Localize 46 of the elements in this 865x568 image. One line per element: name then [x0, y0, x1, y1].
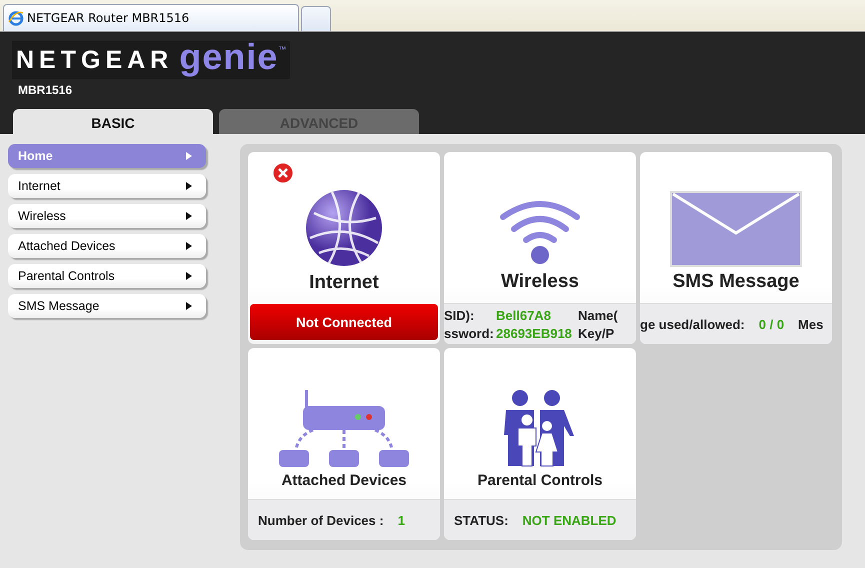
tile-title: Internet — [309, 272, 379, 294]
info-label: STATUS: — [454, 512, 508, 528]
sidebar-item[interactable]: Attached Devices — [8, 234, 206, 258]
browser-logo-icon — [8, 10, 24, 26]
model-name: MBR1516 — [18, 83, 72, 97]
dashboard-tile[interactable]: Attached Devices Number of Devices : 1 — [248, 348, 440, 540]
arrow-icon — [186, 272, 192, 280]
dashboard-tile[interactable]: Wireless SID): Bell67A8 Name( ssword: 28693EB918 Key/P — [444, 152, 636, 344]
sidebar-item[interactable]: Parental Controls — [8, 264, 206, 288]
tile-title: SMS Message — [672, 271, 800, 293]
nav-tab[interactable]: BASIC — [13, 109, 213, 134]
trademark-mark: ™ — [278, 45, 286, 54]
info-label: Name( — [578, 308, 618, 322]
arrow-icon — [186, 212, 192, 220]
info-value: 28693EB918 — [496, 326, 573, 340]
info-label: Key/P — [578, 326, 614, 340]
new-tab-button[interactable] — [301, 6, 331, 31]
arrow-icon — [186, 152, 192, 160]
info-label: SID): — [444, 308, 476, 322]
brand-logo: NETGEAR — [16, 48, 174, 73]
tile-title: Wireless — [501, 271, 579, 293]
arrow-icon — [186, 242, 192, 250]
dashboard-tile[interactable]: Parental Controls STATUS: NOT ENABLED — [444, 348, 636, 540]
arrow-icon — [186, 302, 192, 310]
info-value: 1 — [398, 512, 405, 528]
network-devices-icon — [278, 388, 410, 468]
sidebar-item[interactable]: Wireless — [8, 204, 206, 228]
info-label: Mes — [798, 316, 824, 332]
dashboard-tile[interactable]: SMS Message ge used/allowed: 0 / 0 Mes — [640, 152, 832, 344]
info-label: Number of Devices : — [258, 512, 384, 528]
dashboard-tile[interactable]: Internet Not Connected — [248, 152, 440, 344]
wifi-icon — [499, 199, 581, 267]
info-label: ge used/allowed: — [640, 316, 745, 332]
envelope-icon — [670, 191, 802, 267]
globe-icon — [304, 188, 384, 268]
info-value: 0 / 0 — [758, 316, 784, 332]
sidebar-item[interactable]: SMS Message — [8, 294, 206, 318]
info-value: Bell67A8 — [496, 308, 552, 322]
sidebar-item[interactable]: Internet — [8, 174, 206, 198]
connection-status: Not Connected — [250, 304, 438, 340]
arrow-icon — [186, 182, 192, 190]
info-label: ssword: — [444, 326, 495, 340]
tile-title: Attached Devices — [281, 472, 407, 489]
tile-title: Parental Controls — [477, 472, 603, 489]
browser-tab[interactable]: NETGEAR Router MBR1516 — [3, 4, 299, 31]
info-value: NOT ENABLED — [522, 512, 616, 528]
